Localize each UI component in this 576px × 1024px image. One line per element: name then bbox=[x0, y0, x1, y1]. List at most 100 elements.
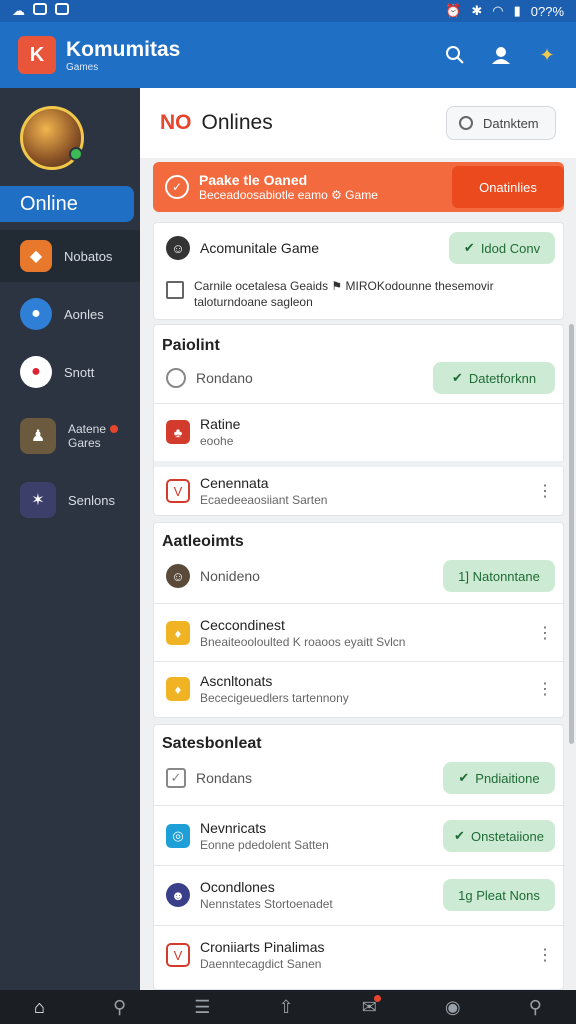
banner-button[interactable]: Onatinlies bbox=[452, 166, 564, 208]
row-title: Ascnltonats bbox=[200, 673, 273, 689]
divider bbox=[154, 925, 565, 926]
action-button[interactable]: ✔ Datetforknn bbox=[433, 362, 555, 394]
row-subtitle: Bneaiteooloulted K roaoos eyaitt Svlcn bbox=[200, 635, 406, 649]
avatar[interactable] bbox=[20, 106, 84, 170]
action-button[interactable]: 1g Pleat Nons bbox=[443, 879, 555, 911]
row-description-2: taloturndoane sagleon bbox=[194, 295, 313, 309]
promo-banner[interactable]: ✓ Paake tle Oaned Beceadoosabiotle eamo … bbox=[153, 162, 564, 212]
game-icon: ♦ bbox=[166, 621, 190, 645]
row-description: Carnile ocetalesa Geaids ⚑ MIROKodounne … bbox=[194, 279, 494, 293]
sidebar-item-label-2: Gares bbox=[68, 436, 101, 450]
key-icon[interactable]: ⚲ bbox=[113, 997, 126, 1018]
divider bbox=[154, 603, 565, 604]
home-icon[interactable]: ⌂ bbox=[34, 997, 45, 1018]
action-button-label: Datetforknn bbox=[468, 370, 537, 386]
app-subtitle: Games bbox=[66, 61, 99, 73]
action-button-label: Onstetaiione bbox=[470, 828, 544, 844]
banner-subtitle: Beceadoosabiotle eamo ⚙ Game bbox=[199, 188, 378, 202]
new-badge bbox=[110, 425, 119, 433]
check-icon: ✔ bbox=[454, 828, 465, 843]
sidebar-item-4[interactable]: ♟ Aatene Gares bbox=[0, 410, 140, 462]
row-title: Rondans bbox=[196, 770, 253, 786]
list-item[interactable]: ♦ Ascnltonats Bececigeuedlers tartennony … bbox=[154, 663, 565, 715]
shield-icon: ◎ bbox=[166, 824, 190, 848]
row-title: Acomunitale Game bbox=[200, 240, 320, 256]
list-item[interactable]: ☺ Acomunitale Game ✔ Idod Conv bbox=[154, 231, 565, 265]
list-item[interactable]: ♣ Ratine eoohe bbox=[154, 409, 565, 455]
divider bbox=[154, 805, 565, 806]
app-bar: K Komumitas Games ✦ bbox=[0, 22, 576, 88]
more-options-icon[interactable]: ⋮ bbox=[537, 623, 553, 643]
check-icon: ✔ bbox=[458, 770, 470, 785]
row-subtitle: eoohe bbox=[200, 434, 234, 448]
search-icon[interactable]: ⚲ bbox=[529, 997, 542, 1018]
sidebar-item-label: Snott bbox=[64, 364, 95, 380]
more-options-icon[interactable]: ⋮ bbox=[537, 945, 553, 965]
checkbox-icon[interactable] bbox=[166, 281, 184, 299]
game-icon: ✶ bbox=[20, 482, 56, 518]
row-subtitle: Ecaedeeaosiiant Sarten bbox=[200, 493, 328, 507]
action-button-label: Pndiaitione bbox=[475, 770, 540, 786]
row-title: Ceccondinest bbox=[200, 617, 285, 633]
section-title: Aatleoimts bbox=[162, 533, 244, 550]
list-item[interactable]: ☻ Ocondlones Nennstates Stortoenadet 1g P… bbox=[154, 867, 565, 923]
list-item[interactable]: ♦ Ceccondinest Bneaiteooloulted K roaoos … bbox=[154, 607, 565, 659]
more-options-icon[interactable]: ⋮ bbox=[537, 679, 553, 699]
action-button[interactable]: ✔ Onstetaiione bbox=[443, 820, 555, 852]
search-icon[interactable] bbox=[444, 44, 466, 66]
list-item[interactable]: ☺ Nonideno 1] Natonntane bbox=[154, 559, 565, 593]
list-item[interactable]: Rondano ✔ Datetforknn bbox=[154, 361, 565, 395]
radio-icon bbox=[166, 368, 186, 388]
row-title: Ratine bbox=[200, 416, 241, 432]
upload-icon[interactable]: ⇧ bbox=[279, 997, 294, 1018]
list-item[interactable]: ✓ Rondans ✔ Pndiaitione bbox=[154, 761, 565, 795]
status-filter-button[interactable]: Datnktem bbox=[446, 106, 556, 140]
notification-icon: ☁ bbox=[12, 3, 25, 18]
action-button[interactable]: ✔ Pndiaitione bbox=[443, 762, 555, 794]
section-title: Paiolint bbox=[162, 337, 220, 354]
header-badge: NO bbox=[160, 111, 192, 134]
sidebar-item-2[interactable]: ● Aonles bbox=[0, 288, 140, 340]
notification-bell-icon[interactable]: ✦ bbox=[536, 44, 558, 66]
row-title: Nevnricats bbox=[200, 820, 267, 836]
game-icon: ● bbox=[20, 356, 52, 388]
scrollbar[interactable] bbox=[569, 324, 574, 744]
list-icon[interactable]: ☰ bbox=[194, 997, 210, 1018]
list-item[interactable]: ◎ Nevnricats Eonne pdedolent Satten ✔ Onst… bbox=[154, 809, 565, 863]
divider bbox=[154, 865, 565, 866]
section-card-2: Aatleoimts ☺ Nonideno 1] Natonntane ♦ Ce… bbox=[153, 522, 565, 718]
join-button[interactable]: ✔ Idod Conv bbox=[449, 232, 555, 264]
sidebar-item-label: Aatene bbox=[68, 422, 107, 436]
page-title: Onlines bbox=[201, 111, 273, 134]
checkbox-icon[interactable]: ✓ bbox=[166, 768, 186, 788]
compass-icon[interactable]: ◉ bbox=[445, 997, 461, 1018]
sidebar-item-5[interactable]: ✶ Senlons bbox=[0, 474, 140, 526]
check-icon: ✔ bbox=[463, 240, 475, 255]
list-item[interactable]: V Cenennata Ecaedeeaosiiant Sarten ⋮ bbox=[154, 467, 565, 515]
sidebar-item-3[interactable]: ● Snott bbox=[0, 346, 140, 398]
action-button[interactable]: 1] Natonntane bbox=[443, 560, 555, 592]
row-subtitle: Daenntecagdict Sanen bbox=[200, 957, 322, 971]
list-item[interactable]: V Croniiarts Pinalimas Daenntecagdict San… bbox=[154, 927, 565, 983]
row-title: Croniiarts Pinalimas bbox=[200, 939, 325, 955]
shield-icon: V bbox=[166, 479, 190, 503]
add-friend-icon[interactable] bbox=[490, 44, 512, 66]
more-options-icon[interactable]: ⋮ bbox=[537, 481, 553, 501]
divider bbox=[154, 403, 565, 404]
app-notification-icon bbox=[33, 3, 47, 15]
join-button-label: Idod Conv bbox=[480, 240, 541, 256]
user-avatar-icon: ☺ bbox=[166, 564, 190, 588]
app-logo: K bbox=[18, 36, 56, 74]
list-item: Carnile ocetalesa Geaids ⚑ MIROKodounne … bbox=[154, 277, 565, 313]
alarm-icon: ⏰ bbox=[445, 3, 462, 18]
sidebar-item-online[interactable]: Online bbox=[0, 186, 134, 222]
inbox-icon[interactable]: ✉ bbox=[362, 994, 381, 1018]
main-header: NO Onlines Datnktem bbox=[140, 88, 576, 158]
game-icon: ♟ bbox=[20, 418, 56, 454]
online-status-dot bbox=[69, 147, 83, 161]
shield-icon: V bbox=[166, 943, 190, 967]
sidebar-item-1[interactable]: ◆ Nobatos bbox=[0, 230, 140, 282]
row-subtitle: Bececigeuedlers tartennony bbox=[200, 691, 349, 705]
section-title: Satesbonleat bbox=[162, 735, 262, 752]
game-icon: ♣ bbox=[166, 420, 190, 444]
